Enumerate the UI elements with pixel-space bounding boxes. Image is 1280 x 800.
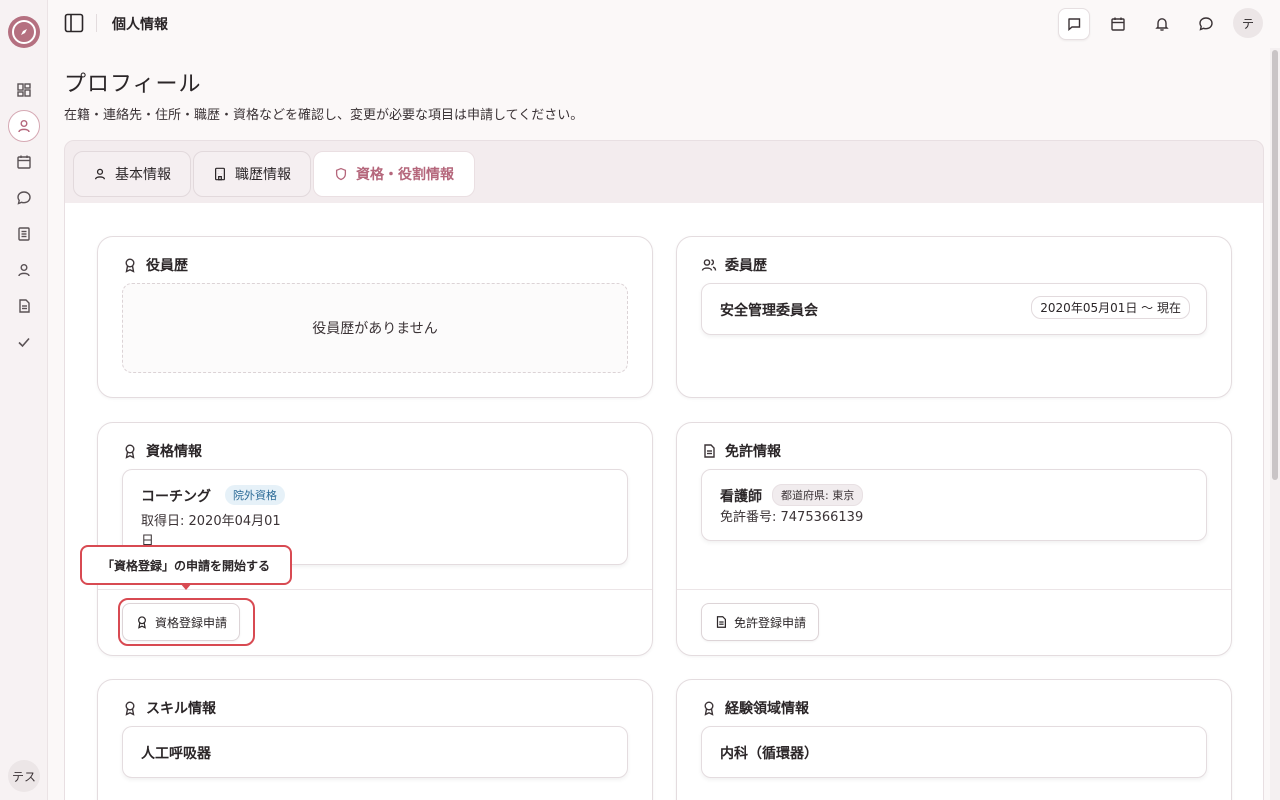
dashboard-icon[interactable] [14, 80, 34, 100]
document-icon[interactable] [14, 224, 34, 244]
empty-state: 役員歴がありません [122, 283, 628, 373]
card-title-text: 役員歴 [146, 258, 188, 274]
compass-icon [12, 20, 36, 44]
list-item: 安全管理委員会 2020年05月01日 〜 現在 [701, 283, 1207, 335]
sidebar-avatar[interactable]: テス [8, 760, 40, 792]
scroll-thumb[interactable] [1272, 50, 1278, 480]
page-subtitle: 在籍・連絡先・住所・職歴・資格などを確認し、変更が必要な項目は申請してください。 [64, 108, 584, 123]
top-bar: 個人情報 テ [48, 0, 1270, 48]
user-avatar[interactable]: テ [1233, 8, 1263, 38]
calendar-button[interactable] [1102, 8, 1134, 40]
file-text-icon [716, 616, 726, 628]
license-number: 免許番号: 7475366139 [720, 510, 864, 525]
experience-name: 内科（循環器） [720, 746, 818, 762]
sidebar-toggle-icon[interactable] [64, 13, 84, 33]
profile-icon[interactable] [8, 110, 40, 142]
card-divider [677, 589, 1231, 590]
card-title-text: 経験領域情報 [725, 701, 809, 717]
notification-button[interactable] [1146, 8, 1178, 40]
sidebar: テス [0, 0, 48, 800]
app-logo[interactable] [8, 16, 40, 48]
tooltip: 「資格登録」の申請を開始する [80, 545, 292, 585]
card-title-text: 免許情報 [725, 444, 781, 460]
tab-career-info[interactable]: 職歴情報 [193, 151, 311, 197]
card-title-text: スキル情報 [146, 701, 216, 717]
tab-label: 職歴情報 [235, 167, 291, 183]
users-icon [701, 257, 717, 273]
license-name: 看護師 [720, 489, 762, 505]
committee-history-card: 委員歴 安全管理委員会 2020年05月01日 〜 現在 [676, 236, 1232, 398]
feedback-button[interactable] [1058, 8, 1090, 40]
calendar-icon [1111, 17, 1125, 31]
card-title-text: 資格情報 [146, 444, 202, 460]
card-title: 委員歴 [701, 255, 767, 275]
list-item: 内科（循環器） [701, 726, 1207, 778]
file-icon[interactable] [14, 296, 34, 316]
award-icon [122, 443, 138, 459]
officer-history-card: 役員歴 役員歴がありません [97, 236, 653, 398]
skill-name: 人工呼吸器 [141, 746, 211, 762]
tab-bar: 基本情報 職歴情報 資格・役割情報 [64, 140, 1264, 204]
chat-bubble-icon [1199, 17, 1213, 31]
qualification-name: コーチング [141, 489, 211, 505]
card-title: 免許情報 [701, 441, 781, 461]
page-title: プロフィール [64, 72, 202, 97]
license-card: 免許情報 看護師 都道府県: 東京 免許番号: 7475366139 免許登録申… [676, 422, 1232, 656]
qualification-type-badge: 院外資格 [225, 485, 285, 505]
file-text-icon [701, 443, 717, 459]
calendar-icon[interactable] [14, 152, 34, 172]
header-divider [96, 14, 97, 32]
scrollbar[interactable] [1270, 48, 1280, 800]
tab-basic-info[interactable]: 基本情報 [73, 151, 191, 197]
card-title: スキル情報 [122, 698, 216, 718]
bell-icon [1155, 18, 1169, 31]
building-icon [215, 167, 225, 181]
header-title: 個人情報 [112, 17, 168, 33]
tab-label: 基本情報 [115, 167, 171, 183]
user-icon[interactable] [14, 260, 34, 280]
award-icon [122, 700, 138, 716]
tab-label: 資格・役割情報 [356, 167, 454, 183]
chat-button[interactable] [1190, 8, 1222, 40]
experience-card: 経験領域情報 内科（循環器） [676, 679, 1232, 800]
list-item: 看護師 都道府県: 東京 免許番号: 7475366139 [701, 469, 1207, 541]
card-title-text: 委員歴 [725, 258, 767, 274]
committee-name: 安全管理委員会 [720, 303, 818, 319]
list-item: 人工呼吸器 [122, 726, 628, 778]
chat-icon[interactable] [14, 188, 34, 208]
button-highlight [118, 598, 255, 646]
check-icon[interactable] [14, 332, 34, 352]
award-icon [701, 700, 717, 716]
skill-card: スキル情報 人工呼吸器 [97, 679, 653, 800]
card-title: 資格情報 [122, 441, 202, 461]
card-title: 経験領域情報 [701, 698, 809, 718]
message-square-icon [1068, 18, 1081, 31]
user-icon [94, 168, 106, 180]
tooltip-arrow [180, 583, 192, 590]
acquired-date: 取得日: 2020年04月01 [141, 514, 281, 529]
shield-icon [335, 167, 347, 181]
button-label: 免許登録申請 [734, 615, 807, 630]
license-request-button[interactable]: 免許登録申請 [701, 603, 820, 641]
tab-qualification-info[interactable]: 資格・役割情報 [313, 151, 475, 197]
period-badge: 2020年05月01日 〜 現在 [1031, 296, 1190, 319]
prefecture-badge: 都道府県: 東京 [772, 484, 864, 506]
award-icon [122, 257, 138, 273]
card-title: 役員歴 [122, 255, 188, 275]
